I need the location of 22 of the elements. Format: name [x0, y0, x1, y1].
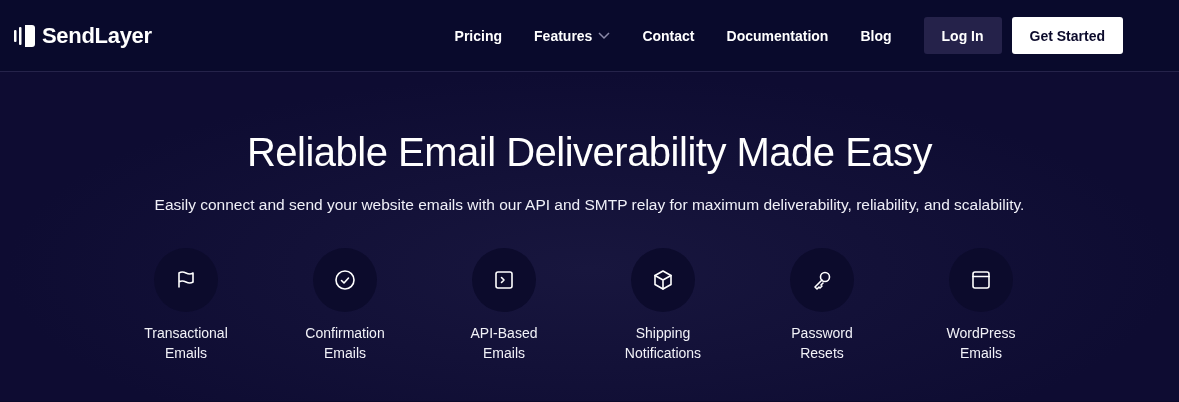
nav-link[interactable]: Features [534, 27, 611, 44]
feature-label: Shipping Notifications [624, 324, 702, 363]
hero-title: Reliable Email Deliverability Made Easy [246, 130, 933, 175]
feature-label: Password Resets [791, 324, 853, 363]
check-circle-icon [333, 268, 357, 292]
logo-text: SendLayer [42, 22, 152, 49]
login-button[interactable]: Log In [923, 17, 1002, 54]
feature-label: Confirmation Emails [305, 324, 385, 363]
nav-link[interactable]: Documentation [726, 27, 829, 44]
cube-icon [651, 268, 675, 292]
terminal-icon [492, 268, 516, 292]
feature-label: WordPress Emails [946, 324, 1016, 363]
logo-icon [14, 23, 36, 48]
feature-label: API-Based Emails [470, 324, 538, 363]
chevron-down-icon [598, 31, 611, 40]
nav-link[interactable]: Pricing [454, 27, 503, 44]
hero-subtitle: Easily connect and send your website emails with our API and SMTP relay for maximum deliverability, reliability, and scalability. [154, 196, 1025, 214]
get-started-button[interactable]: Get Started [1011, 17, 1123, 54]
feature-label: Transactional Emails [144, 324, 228, 363]
nav-link[interactable]: Blog [860, 27, 892, 44]
nav-link[interactable]: Contact [642, 27, 695, 44]
window-icon [969, 268, 993, 292]
